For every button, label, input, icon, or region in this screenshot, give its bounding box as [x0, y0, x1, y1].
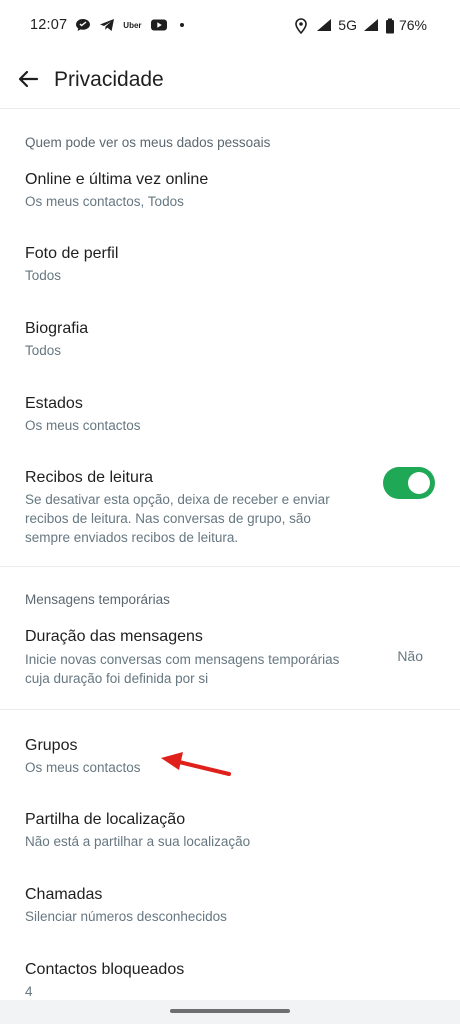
item-title: Chamadas — [25, 886, 103, 903]
telegram-icon — [99, 18, 115, 32]
subtitle-line: cuja duração foi definida por si — [25, 671, 209, 686]
item-title: Estados — [25, 395, 83, 412]
item-title: Biografia — [25, 320, 89, 337]
read-receipts-toggle[interactable] — [383, 467, 435, 499]
item-subtitle: Os meus contactos — [25, 418, 141, 433]
item-title: Duração das mensagens — [25, 628, 203, 645]
section-header-temporary-messages: Mensagens temporárias — [25, 592, 170, 607]
uber-icon: Uber — [123, 20, 142, 30]
privacy-item-message-duration[interactable]: Duração das mensagens Inicie novas conve… — [0, 628, 460, 688]
annotation-arrow-icon — [161, 752, 231, 776]
signal-icon — [363, 18, 379, 32]
item-subtitle: Não está a partilhar a sua localização — [25, 834, 251, 849]
item-title: Online e última vez online — [25, 171, 209, 188]
privacy-item-calls[interactable]: Chamadas Silenciar números desconhecidos — [0, 886, 460, 946]
app-bar: Privacidade — [0, 56, 460, 108]
status-left: 12:07 Uber — [30, 17, 184, 33]
privacy-item-location-sharing[interactable]: Partilha de localização Não está a parti… — [0, 811, 460, 871]
item-subtitle: Silenciar números desconhecidos — [25, 909, 227, 924]
item-subtitle: 4 — [25, 984, 33, 999]
chat-icon — [75, 18, 91, 32]
subtitle-line: Se desativar esta opção, deixa de recebe… — [25, 492, 330, 507]
battery-icon — [385, 18, 395, 34]
item-subtitle: Os meus contactos — [25, 760, 141, 775]
youtube-icon — [150, 18, 167, 32]
network-type: 5G — [338, 17, 357, 33]
app-bar-divider — [0, 108, 460, 109]
privacy-item-blocked-contacts[interactable]: Contactos bloqueados 4 — [0, 961, 460, 1001]
arrow-back-icon — [17, 68, 39, 95]
item-subtitle: Todos — [25, 268, 62, 283]
status-bar: 12:07 Uber 5G 76% — [0, 0, 460, 52]
subtitle-line: sempre enviados recibos de leitura. — [25, 530, 239, 545]
item-title: Contactos bloqueados — [25, 961, 185, 978]
item-subtitle: Os meus contactos, Todos — [25, 194, 184, 209]
item-subtitle: Se desativar esta opção, deixa de recebe… — [25, 490, 365, 547]
battery-level: 76% — [398, 17, 427, 33]
subtitle-line: Inicie novas conversas com mensagens tem… — [25, 652, 340, 667]
privacy-item-status[interactable]: Estados Os meus contactos — [0, 395, 460, 455]
notification-dot — [179, 23, 184, 27]
privacy-item-biography[interactable]: Biografia Todos — [0, 320, 460, 380]
section-divider — [0, 566, 460, 567]
toggle-knob — [408, 472, 430, 494]
location-icon — [294, 18, 310, 35]
status-right: 5G 76% — [294, 17, 427, 35]
status-time: 12:07 — [30, 17, 68, 33]
home-indicator[interactable] — [170, 1009, 290, 1013]
privacy-item-last-seen[interactable]: Online e última vez online Os meus conta… — [0, 171, 460, 231]
item-title: Partilha de localização — [25, 811, 186, 828]
section-divider — [0, 709, 460, 710]
page-title: Privacidade — [54, 68, 164, 91]
item-title: Grupos — [25, 737, 78, 754]
privacy-item-profile-photo[interactable]: Foto de perfil Todos — [0, 245, 460, 305]
back-button[interactable] — [10, 63, 46, 99]
wifi-signal-icon — [316, 18, 332, 32]
section-header-personal-data: Quem pode ver os meus dados pessoais — [25, 135, 271, 150]
privacy-item-read-receipts[interactable]: Recibos de leitura Se desativar esta opç… — [0, 467, 460, 549]
subtitle-line: recibos de leitura. Nas conversas de gru… — [25, 511, 311, 526]
item-title: Foto de perfil — [25, 245, 119, 262]
item-subtitle: Todos — [25, 343, 62, 358]
message-duration-value: Não — [397, 648, 423, 664]
item-subtitle: Inicie novas conversas com mensagens tem… — [25, 650, 365, 688]
item-title: Recibos de leitura — [25, 469, 154, 486]
